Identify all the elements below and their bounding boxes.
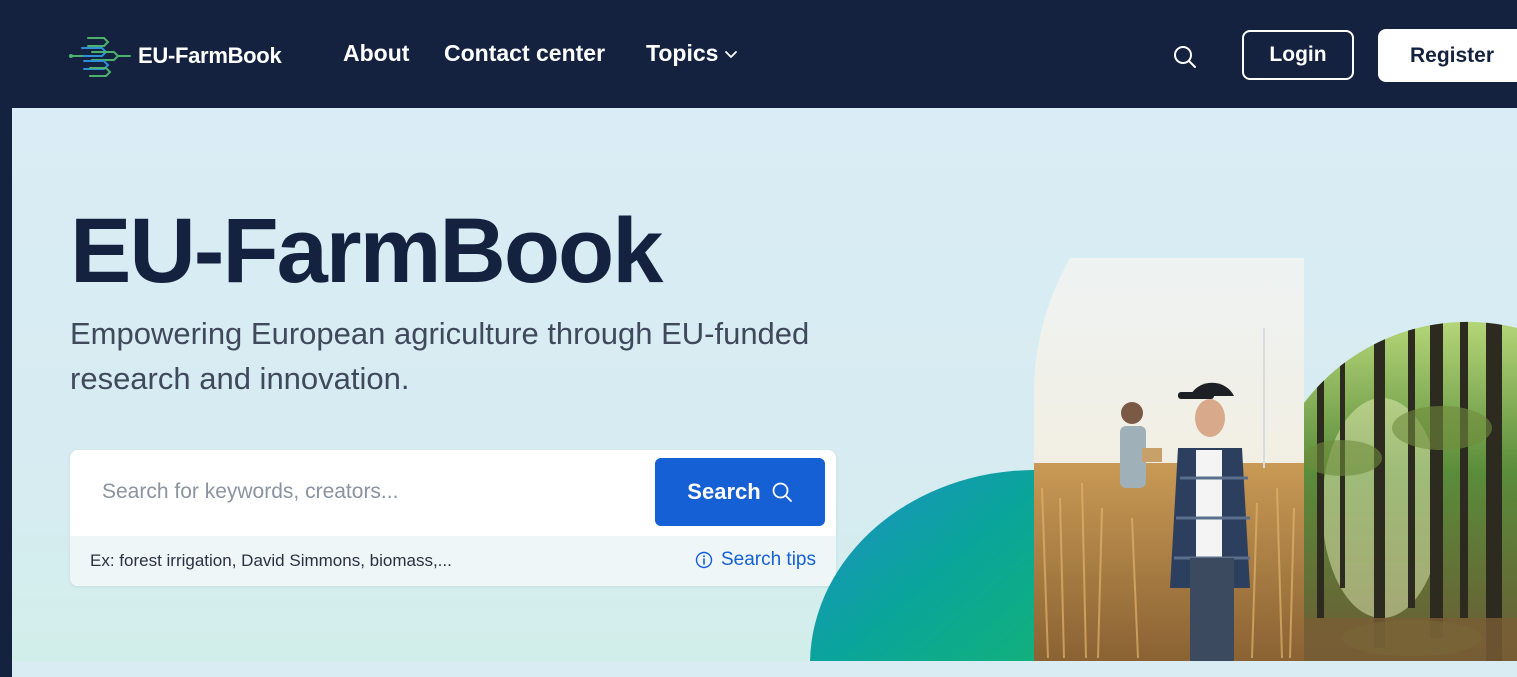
search-button[interactable]: Search (655, 458, 825, 526)
top-navbar: EU-FarmBook About Contact center Topics … (12, 4, 1517, 108)
search-panel: Search Ex: forest irrigation, David Simm… (70, 450, 836, 586)
search-icon (772, 482, 792, 502)
nav-link-about[interactable]: About (343, 40, 409, 67)
nav-topics-dropdown[interactable]: Topics (646, 40, 738, 67)
nav-link-contact-center[interactable]: Contact center (444, 40, 605, 67)
login-button[interactable]: Login (1242, 30, 1354, 80)
info-icon (695, 551, 713, 569)
search-tips-link[interactable]: Search tips (695, 549, 816, 571)
brand-name: EU-FarmBook (138, 43, 282, 68)
register-button[interactable]: Register (1378, 29, 1517, 82)
search-example-text: Ex: forest irrigation, David Simmons, bi… (90, 551, 452, 570)
chevron-down-icon (725, 50, 738, 58)
farmer-photo (1034, 258, 1304, 661)
hero-subtitle: Empowering European agriculture through … (70, 316, 810, 396)
farmbook-logo-icon (69, 37, 131, 77)
search-button-label: Search (687, 479, 761, 504)
hero-section: EU-FarmBook Empowering European agricult… (12, 108, 1517, 661)
teal-arc-shape (810, 470, 1034, 661)
brand-logo-link[interactable]: EU-FarmBook (68, 34, 282, 78)
hero-illustration (810, 258, 1517, 661)
page-frame: EU-FarmBook About Contact center Topics … (12, 4, 1517, 677)
forest-photo (1304, 321, 1517, 661)
search-hints-bar: Ex: forest irrigation, David Simmons, bi… (70, 536, 836, 586)
search-input[interactable] (70, 450, 650, 534)
search-icon[interactable] (1172, 44, 1198, 70)
nav-topics-label: Topics (646, 40, 719, 66)
hero-title: EU-FarmBook (70, 200, 663, 302)
